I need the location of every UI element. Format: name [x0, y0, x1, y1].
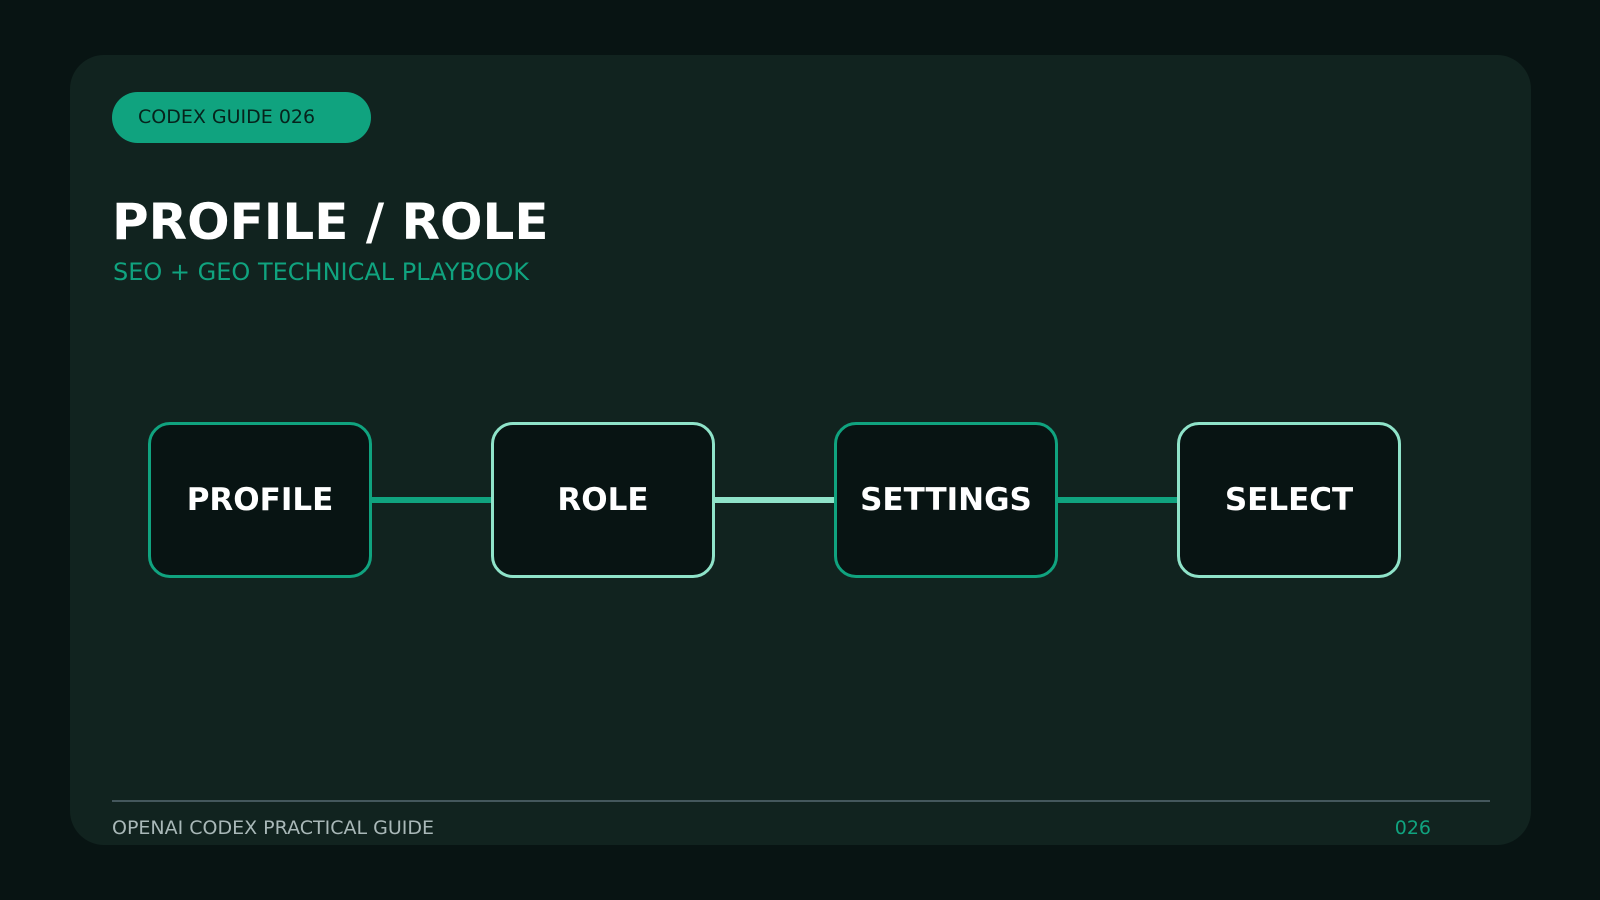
flow-node-select: SELECT [1177, 422, 1401, 578]
flow-node-role: ROLE [491, 422, 715, 578]
flow-connector-1 [370, 497, 494, 503]
footer-page-number: 026 [1394, 817, 1431, 839]
flow-node-settings: SETTINGS [834, 422, 1058, 578]
flow-node-profile: PROFILE [148, 422, 372, 578]
footer-guide-title: OPENAI CODEX PRACTICAL GUIDE [112, 817, 434, 839]
footer-divider [112, 800, 1490, 802]
slide-card: CODEX GUIDE 026 PROFILE / ROLE SEO + GEO… [70, 55, 1531, 845]
flow-connector-2 [713, 497, 837, 503]
flow-diagram: PROFILE ROLE SETTINGS SELECT [70, 55, 1531, 845]
flow-connector-3 [1056, 497, 1180, 503]
